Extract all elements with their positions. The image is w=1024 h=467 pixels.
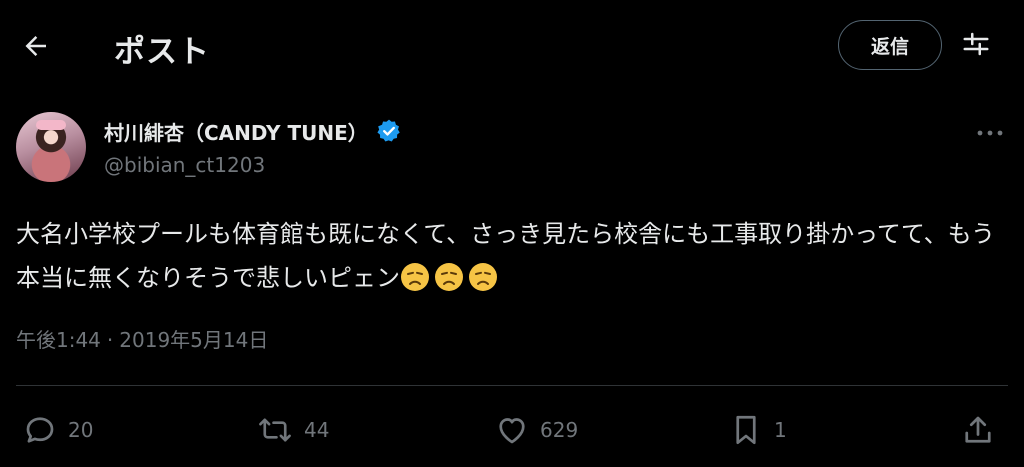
post-body: 大名小学校プールも体育館も既になくて、さっき見たら校舎にも工事取り掛かってて、も… [16, 220, 995, 292]
reply-icon [22, 412, 58, 448]
action-bar: 20 44 629 1 [0, 408, 1024, 452]
disappointed-face-emoji [400, 262, 430, 292]
author-row: 村川緋杏（CANDY TUNE） [104, 116, 402, 146]
user-handle[interactable]: @bibian_ct1203 [104, 153, 265, 177]
like-action-button[interactable]: 629 [494, 408, 578, 452]
post-time[interactable]: 午後1:44 [16, 328, 101, 352]
repost-count: 44 [304, 418, 330, 442]
share-icon [960, 412, 996, 448]
settings-button[interactable] [956, 28, 996, 64]
more-dots-icon [976, 122, 1004, 141]
repost-action-button[interactable]: 44 [256, 408, 329, 452]
display-name[interactable]: 村川緋杏（CANDY TUNE） [104, 117, 368, 146]
disappointed-face-emoji [434, 262, 464, 292]
bookmark-action-button[interactable]: 1 [728, 408, 787, 452]
bookmark-icon [728, 412, 764, 448]
bookmark-count: 1 [774, 418, 787, 442]
timestamp-separator: · [106, 328, 114, 352]
top-bar: ポスト 返信 [0, 0, 1024, 92]
arrow-left-icon [21, 31, 51, 65]
disappointed-face-emoji [468, 262, 498, 292]
post-date[interactable]: 2019年5月14日 [119, 328, 268, 352]
reply-button[interactable]: 返信 [838, 20, 942, 70]
back-button[interactable] [16, 28, 56, 68]
like-count: 629 [540, 418, 579, 442]
more-options-button[interactable] [970, 118, 1010, 144]
heart-icon [494, 412, 530, 448]
verified-badge-icon [376, 118, 402, 144]
reply-action-button[interactable]: 20 [22, 408, 93, 452]
share-action-button[interactable] [960, 408, 996, 452]
repost-icon [256, 412, 294, 448]
reply-count: 20 [68, 418, 94, 442]
post-timestamp: 午後1:44 · 2019年5月14日 [16, 324, 268, 353]
post-text: 大名小学校プールも体育館も既になくて、さっき見たら校舎にも工事取り掛かってて、も… [16, 212, 1006, 300]
divider [16, 385, 1008, 386]
avatar[interactable] [16, 112, 86, 182]
page-title: ポスト [114, 34, 210, 70]
sliders-icon [961, 29, 991, 63]
